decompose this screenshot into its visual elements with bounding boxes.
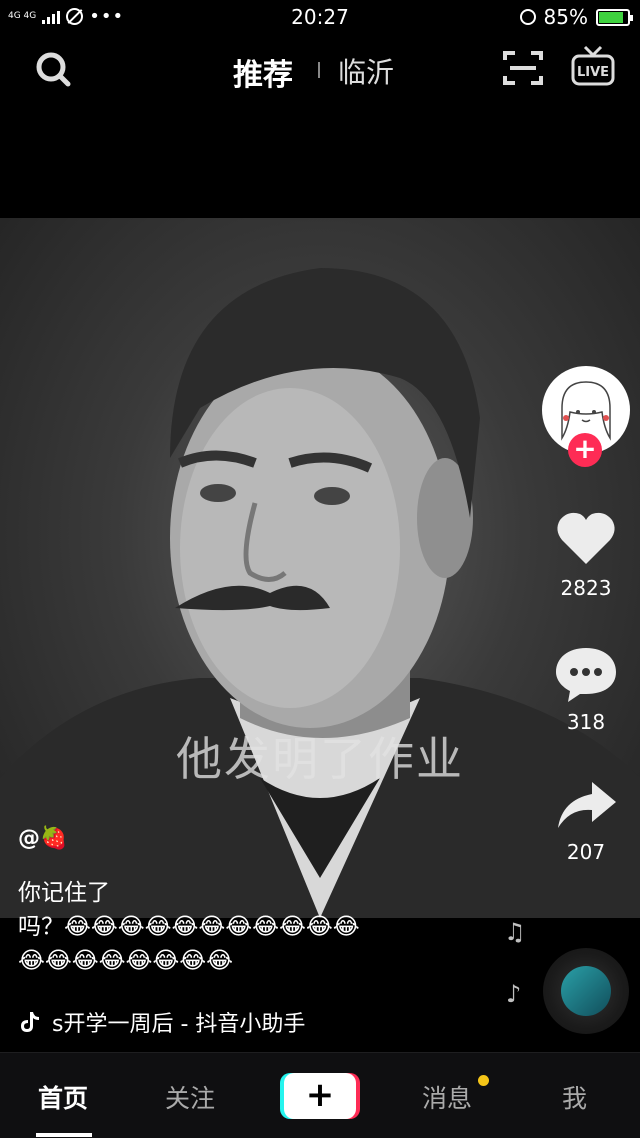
- nav-messages[interactable]: 消息: [422, 1079, 472, 1115]
- live-icon[interactable]: LIVE: [570, 44, 616, 88]
- battery-fill: [599, 11, 623, 23]
- caption-line-2: 吗？😂😂😂😂😂😂😂😂😂😂😂: [18, 914, 360, 940]
- messages-badge: [478, 1075, 489, 1086]
- share-button[interactable]: 207: [545, 778, 627, 864]
- music-note-icon: ♫: [504, 918, 526, 946]
- search-icon[interactable]: [34, 50, 72, 88]
- music-title: s开学一周后 - 抖音小助手: [52, 1012, 306, 1037]
- nav-home[interactable]: 首页: [38, 1079, 88, 1115]
- music-note-icon-small: ♪: [506, 980, 522, 1008]
- create-video-button[interactable]: +: [284, 1073, 356, 1119]
- nav-me[interactable]: 我: [562, 1079, 587, 1115]
- tab-city[interactable]: 临沂: [338, 51, 394, 91]
- nav-follow[interactable]: 关注: [165, 1079, 215, 1115]
- top-nav: 推荐 临沂 LIVE: [0, 34, 640, 104]
- caption-line-1: 你记住了: [18, 880, 110, 906]
- tiktok-logo-icon: [21, 1012, 39, 1032]
- status-bar: 4G 4G ••• 20:27 85%: [0, 0, 640, 34]
- portrait-image: [0, 268, 640, 918]
- music-disc[interactable]: [543, 948, 629, 1034]
- like-button[interactable]: 2823: [545, 508, 627, 600]
- share-arrow-icon: [558, 782, 616, 828]
- comment-button[interactable]: 318: [545, 644, 627, 734]
- follow-button[interactable]: +: [568, 433, 602, 467]
- disc-cover: [561, 966, 611, 1016]
- alarm-icon: [519, 9, 536, 25]
- tab-divider: [318, 62, 320, 78]
- comment-icon: [556, 648, 616, 702]
- tab-recommend[interactable]: 推荐: [233, 50, 293, 94]
- caption-line-3: 😂😂😂😂😂😂😂😂: [18, 948, 233, 974]
- post-caption: 你记住了 吗？😂😂😂😂😂😂😂😂😂😂😂 😂😂😂😂😂😂😂😂: [18, 876, 478, 978]
- comment-count: 318: [566, 710, 606, 734]
- app-screen: 4G 4G ••• 20:27 85% 推荐 临沂 LIVE 他发明了作业 + …: [0, 0, 640, 1138]
- share-count: 207: [566, 840, 606, 864]
- battery-icon: [596, 8, 633, 26]
- bottom-nav: 首页 关注 + 消息 我: [0, 1052, 640, 1138]
- battery-percent: 85%: [543, 5, 588, 29]
- status-right: 85%: [519, 5, 633, 29]
- music-info[interactable]: s开学一周后 - 抖音小助手: [18, 1006, 305, 1038]
- video-subtitle: 他发明了作业: [176, 732, 464, 786]
- like-count: 2823: [560, 576, 612, 600]
- live-label: LIVE: [577, 65, 609, 80]
- video-player[interactable]: 他发明了作业: [0, 218, 640, 918]
- creator-username[interactable]: @🍓: [18, 826, 67, 851]
- heart-icon: [557, 512, 615, 564]
- nav-active-indicator: [36, 1133, 92, 1137]
- scan-icon[interactable]: [503, 50, 543, 86]
